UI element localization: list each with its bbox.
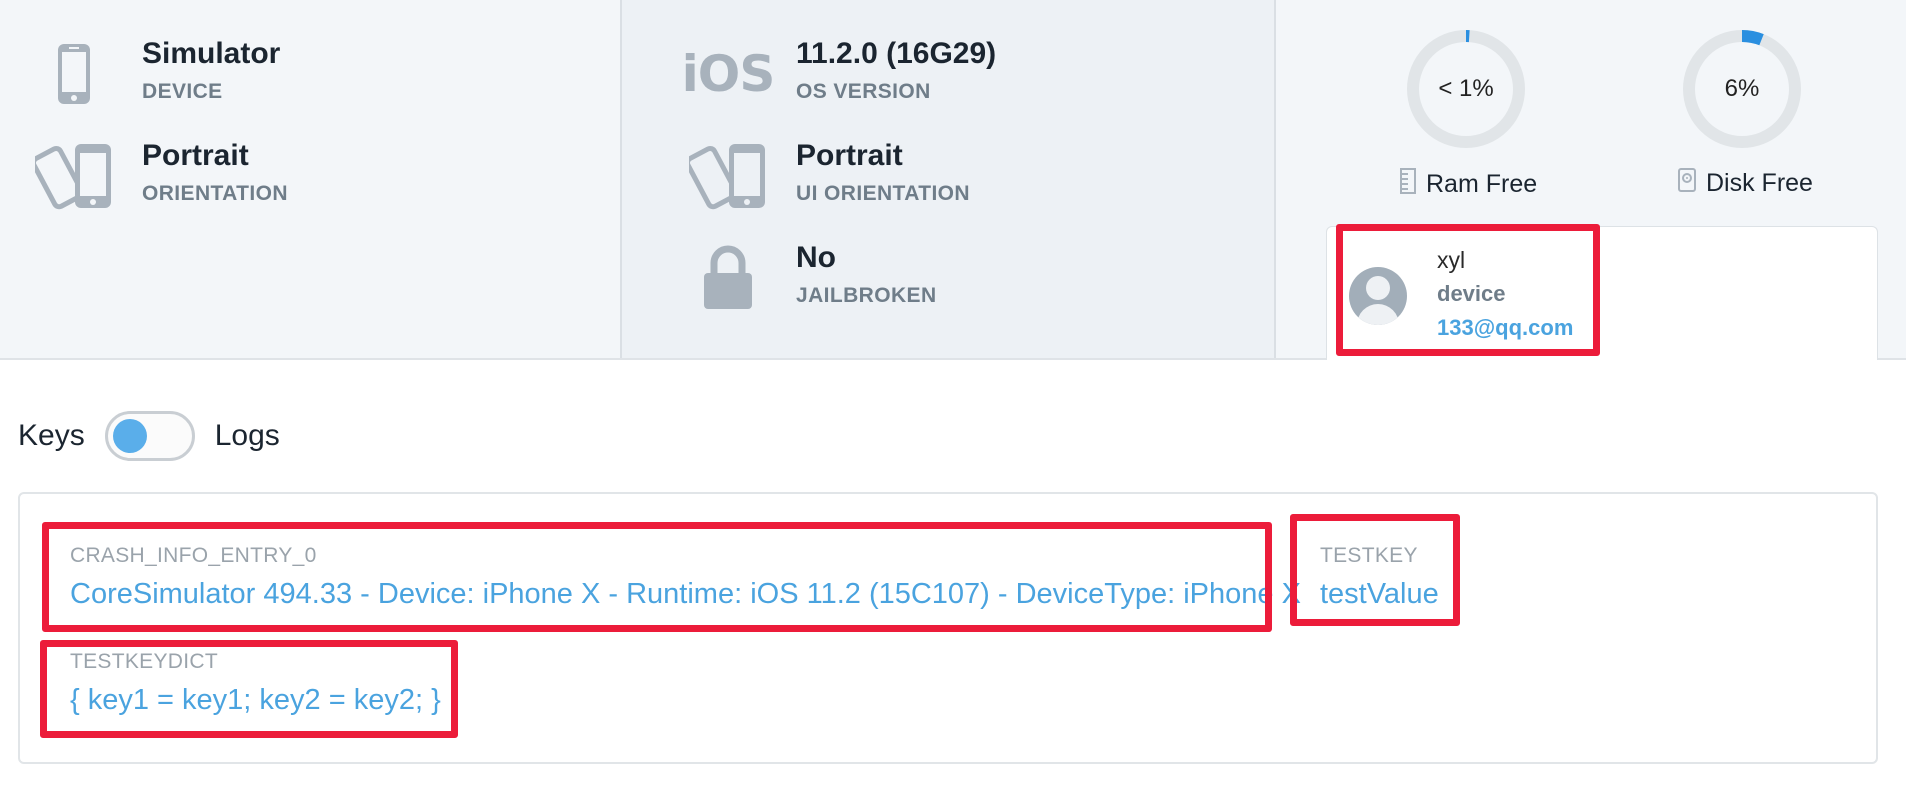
highlight-box-user <box>1336 224 1600 356</box>
device-label: DEVICE <box>142 80 223 103</box>
rotate-device-icon <box>34 136 114 216</box>
ram-caption-label: Ram Free <box>1426 170 1538 198</box>
ram-gauge-value: < 1% <box>1438 75 1494 102</box>
disk-caption: Disk Free <box>1678 168 1813 199</box>
os-version-value: 11.2.0 (16G29) <box>796 37 997 70</box>
os-panel: iOS 11.2.0 (16G29) OS VERSION Portrait U… <box>620 0 1276 358</box>
disk-gauge: 6% <box>1677 24 1807 154</box>
device-panel: Simulator DEVICE Portrait ORIENTATION <box>0 0 620 358</box>
device-value: Simulator <box>142 37 281 70</box>
ios-logo-text: iOS <box>681 45 776 103</box>
highlight-box-testkey <box>1290 514 1460 626</box>
lock-icon <box>688 238 768 318</box>
os-version-label: OS VERSION <box>796 80 931 103</box>
jailbroken-text: No JAILBROKEN <box>796 238 937 310</box>
orientation-label: ORIENTATION <box>142 182 288 205</box>
jailbroken-value: No <box>796 241 836 274</box>
highlight-box-crash-info <box>42 522 1272 632</box>
keys-logs-toggle-row: Keys Logs <box>18 410 280 462</box>
orientation-text: Portrait ORIENTATION <box>142 136 288 208</box>
ram-gauge: < 1% <box>1401 24 1531 154</box>
device-text: Simulator DEVICE <box>142 34 280 106</box>
ram-caption: Ram Free <box>1400 168 1537 201</box>
keys-toggle-label[interactable]: Keys <box>18 419 85 453</box>
logs-toggle-label[interactable]: Logs <box>215 419 280 453</box>
ios-logo-icon: iOS <box>682 34 776 114</box>
disk-icon <box>1678 168 1696 199</box>
rotate-device-icon <box>688 136 768 216</box>
ui-orientation-value: Portrait <box>796 139 903 172</box>
memory-icon <box>1400 168 1416 201</box>
disk-gauge-value: 6% <box>1724 75 1760 102</box>
disk-caption-label: Disk Free <box>1706 169 1813 197</box>
os-version-text: 11.2.0 (16G29) OS VERSION <box>796 34 996 106</box>
ui-orientation-text: Portrait UI ORIENTATION <box>796 136 970 208</box>
jailbroken-label: JAILBROKEN <box>796 284 937 307</box>
switch-knob[interactable] <box>112 419 147 453</box>
highlight-box-testkeydict <box>40 640 458 738</box>
phone-icon <box>34 34 114 114</box>
orientation-value: Portrait <box>142 139 249 172</box>
keys-logs-switch[interactable] <box>104 411 195 461</box>
ui-orientation-label: UI ORIENTATION <box>796 182 970 205</box>
